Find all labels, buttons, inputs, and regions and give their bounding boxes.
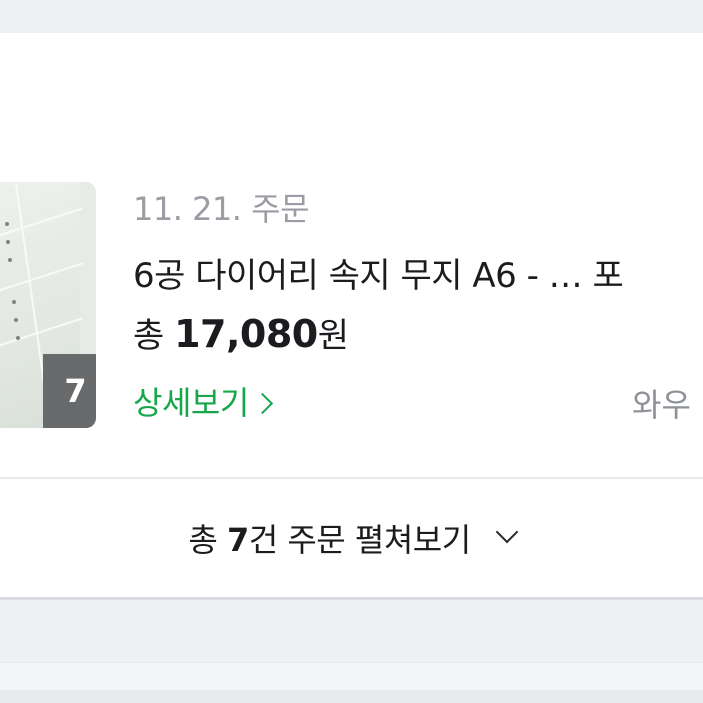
thumbnail-grid-line bbox=[0, 262, 83, 294]
total-currency: 원 bbox=[317, 316, 349, 356]
total-amount: 17,080 bbox=[174, 312, 318, 356]
thumbnail-hole bbox=[8, 258, 12, 262]
next-order-card-edge bbox=[0, 690, 703, 703]
expand-suffix: 건 주문 펼쳐보기 bbox=[248, 521, 471, 559]
chevron-down-icon bbox=[495, 520, 518, 544]
chevron-right-icon bbox=[251, 392, 273, 415]
total-prefix: 총 bbox=[133, 316, 175, 356]
product-name[interactable]: 6공 다이어리 속지 무지 A6 - … 포 bbox=[133, 248, 624, 297]
item-count-badge: 7 bbox=[43, 354, 96, 428]
thumbnail-hole bbox=[5, 222, 9, 226]
expand-orders-button[interactable]: 총 7건 주문 펼쳐보기 bbox=[0, 479, 703, 597]
thumbnail-hole bbox=[14, 318, 18, 322]
view-details-link[interactable]: 상세보기 bbox=[133, 378, 273, 424]
view-details-label: 상세보기 bbox=[133, 384, 249, 422]
expand-orders-label: 총 7건 주문 펼쳐보기 bbox=[188, 515, 471, 561]
thumbnail-hole bbox=[16, 336, 20, 340]
order-list-viewport: 7 11. 21. 주문 6공 다이어리 속지 무지 A6 - … 포 총 17… bbox=[0, 0, 703, 703]
expand-prefix: 총 bbox=[188, 521, 227, 559]
thumbnail-hole bbox=[12, 300, 16, 304]
order-total: 총 17,080원 bbox=[133, 308, 349, 357]
order-date: 11. 21. 주문 bbox=[133, 190, 310, 228]
thumbnail-grid-line bbox=[0, 207, 83, 239]
thumbnail-hole bbox=[6, 240, 10, 244]
expand-order-count: 7 bbox=[226, 521, 249, 559]
thumbnail-grid-line bbox=[0, 317, 83, 349]
delivery-badge: 와우 bbox=[632, 386, 691, 424]
